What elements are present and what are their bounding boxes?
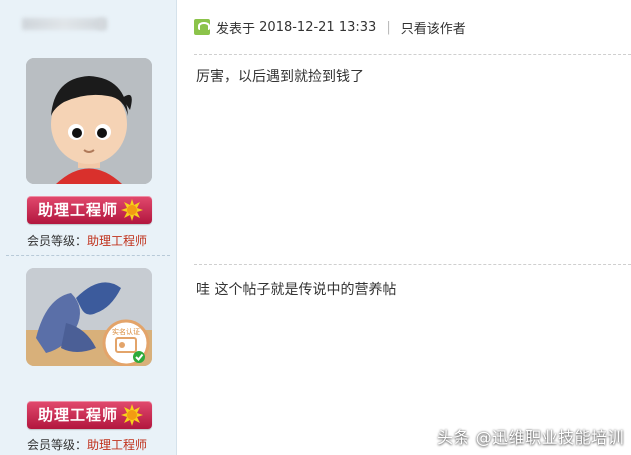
post-icon [194, 19, 210, 35]
member-level-value[interactable]: 助理工程师 [87, 438, 147, 452]
watermark: 头条 @迅维职业技能培训 [437, 428, 625, 447]
cartoon-cats-avatar-icon: 实名认证 [26, 268, 152, 366]
member-level-value[interactable]: 助理工程师 [87, 234, 147, 248]
avatar[interactable] [26, 58, 152, 184]
sun-badge-icon [121, 199, 143, 221]
post-content: 哇 这个帖子就是传说中的营养帖 [196, 282, 397, 298]
sidebar-divider [6, 255, 170, 256]
username-blurred[interactable] [22, 18, 107, 30]
user-rank-badge: 助理工程师 [27, 196, 152, 224]
user-rank-badge: 助理工程师 [27, 401, 152, 429]
badge-label: 助理工程师 [38, 406, 119, 424]
verified-text: 实名认证 [112, 327, 140, 336]
verified-check-icon [133, 351, 145, 363]
member-level: 会员等级：助理工程师 [27, 436, 147, 453]
post-meta-prefix: 发表于 [216, 21, 256, 37]
member-level-label: 会员等级： [27, 438, 88, 452]
avatar[interactable]: 实名认证 [26, 268, 152, 366]
post-datetime: 2018-12-21 13:33 [259, 19, 377, 35]
author-sidebar: 助理工程师 会员等级：助理工程师 实名认证 助理工程师 会员等级：助理工程师 [0, 0, 177, 455]
post-content: 厉害，以后遇到就捡到钱了 [196, 69, 364, 85]
sun-badge-icon [121, 404, 143, 426]
member-level-label: 会员等级： [27, 234, 88, 248]
meta-separator: | [386, 19, 391, 35]
post-divider [194, 264, 631, 265]
post-meta: 发表于 2018-12-21 13:33 | 只看该作者 [194, 17, 466, 37]
post-divider [194, 54, 631, 55]
cartoon-boy-avatar-icon [26, 58, 152, 184]
username-blurred-tail [98, 18, 104, 30]
only-author-link[interactable]: 只看该作者 [401, 18, 466, 37]
member-level: 会员等级：助理工程师 [27, 232, 147, 249]
badge-label: 助理工程师 [38, 201, 119, 219]
